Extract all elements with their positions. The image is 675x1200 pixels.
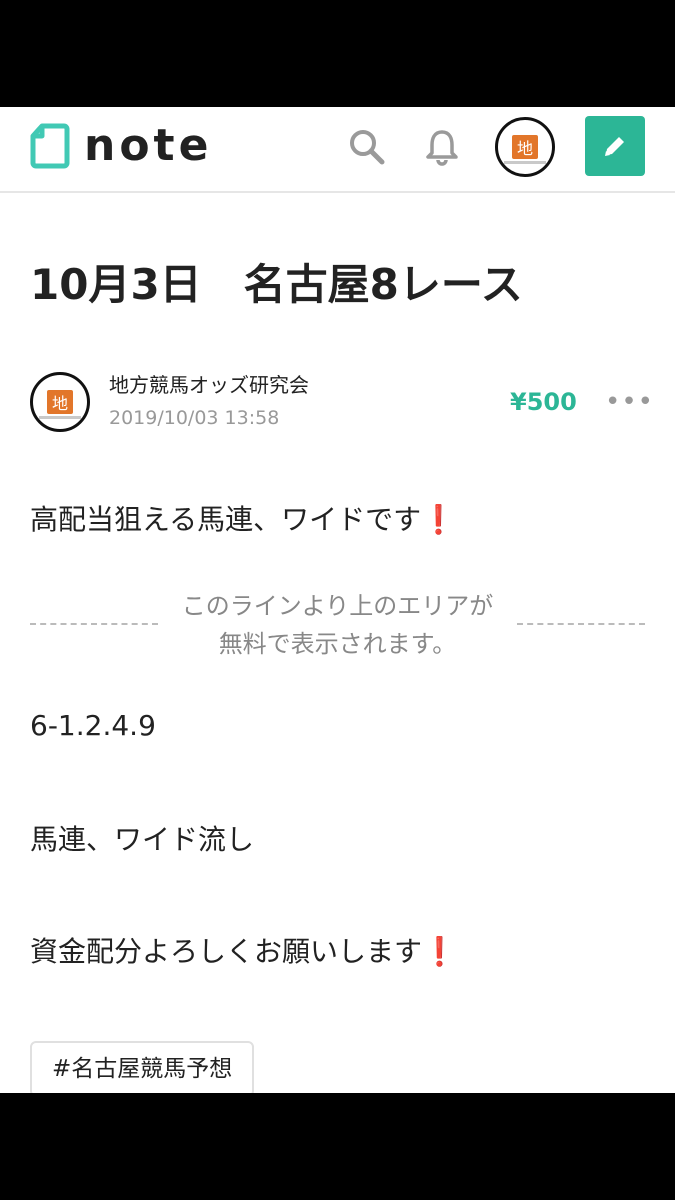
author-avatar-caption-line [39,416,81,419]
paywall-notice-line2: 無料で表示されます。 [218,630,457,658]
exclamation-icon: ❗ [422,935,457,968]
author-name[interactable]: 地方競馬オッズ研究会 [109,372,309,398]
write-post-button[interactable] [585,116,645,176]
paywall-notice-line1: このラインより上のエリアが [181,592,494,620]
article-title: 10月3日 名古屋8レース [30,260,523,309]
top-header: note 地 [0,107,675,193]
bell-icon[interactable] [422,127,462,167]
more-options-icon[interactable]: ••• [605,389,654,415]
note-logo-icon [30,123,70,169]
paragraph-2: 6-1.2.4.9 [30,709,156,742]
avatar-caption-line [504,161,546,164]
paywall-notice: このラインより上のエリアが 無料で表示されます。 [160,587,515,663]
note-article-page: note 地 10月3日 名古屋8レース 地 地方競馬オッズ研究会 2019/1… [0,107,675,1093]
user-avatar[interactable]: 地 [495,117,555,177]
hashtag-chip[interactable]: #名古屋競馬予想 [30,1041,255,1093]
paragraph-1-text: 高配当狙える馬連、ワイドです [30,503,422,536]
pencil-icon [605,137,624,156]
paywall-dash-left [30,623,158,625]
paywall-line: このラインより上のエリアが 無料で表示されます。 [30,587,645,665]
search-icon[interactable] [347,127,387,167]
author-avatar-glyph: 地 [47,390,73,414]
note-logo-text: note [84,120,213,171]
post-date: 2019/10/03 13:58 [109,407,280,429]
avatar-glyph: 地 [512,135,538,159]
price-label: ¥500 [510,388,577,416]
author-avatar[interactable]: 地 [30,372,90,432]
paragraph-4-text: 資金配分よろしくお願いします [30,935,423,968]
paragraph-3: 馬連、ワイド流し [30,823,255,856]
paywall-dash-right [517,623,645,625]
paragraph-4: 資金配分よろしくお願いします❗ [30,933,457,971]
note-logo[interactable]: note [30,123,212,169]
exclamation-icon: ❗ [421,503,457,536]
paragraph-1: 高配当狙える馬連、ワイドです❗ [30,501,456,539]
author-row: 地 地方競馬オッズ研究会 2019/10/03 13:58 ¥500 ••• [30,369,653,439]
